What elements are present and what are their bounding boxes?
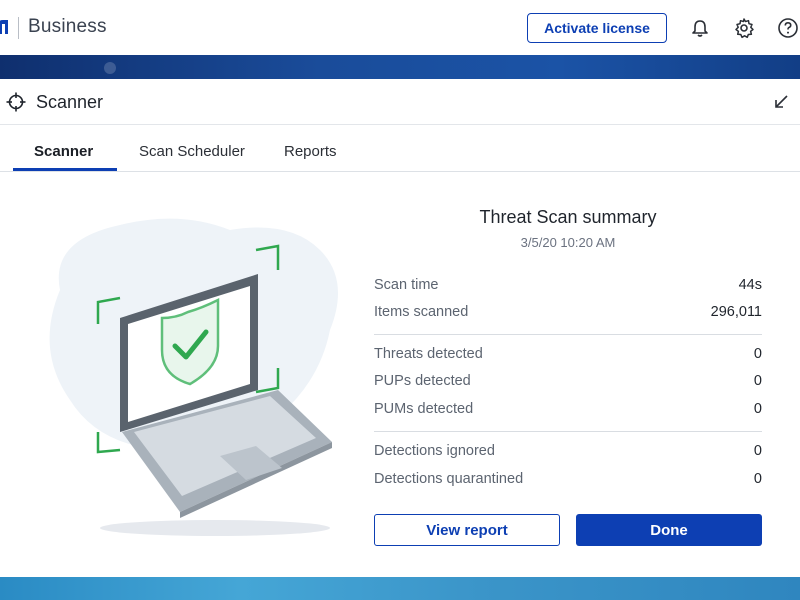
stat-label: Detections ignored	[374, 443, 495, 459]
panel-title: Scanner	[36, 92, 104, 112]
stat-row-pums: PUMs detected 0	[374, 401, 762, 423]
bell-icon[interactable]	[688, 16, 712, 40]
scanner-crosshair-icon	[6, 92, 26, 112]
panel-header: Scanner	[0, 79, 800, 125]
stat-value: 296,011	[710, 304, 762, 320]
tab-reports[interactable]: Reports	[284, 143, 337, 160]
stat-row-scan-time: Scan time 44s	[374, 277, 762, 299]
gear-icon[interactable]	[732, 16, 756, 40]
stat-row-items-scanned: Items scanned 296,011	[374, 304, 762, 326]
stat-row-pups: PUPs detected 0	[374, 373, 762, 395]
logo-divider	[18, 17, 19, 39]
summary-date: 3/5/20 10:20 AM	[520, 235, 616, 250]
activate-license-button[interactable]: Activate license	[527, 13, 667, 43]
summary-title: Threat Scan summary	[479, 207, 657, 227]
stat-label: Threats detected	[374, 346, 483, 362]
help-icon[interactable]	[776, 16, 800, 40]
view-report-button[interactable]: View report	[374, 514, 560, 546]
stat-value: 0	[753, 346, 762, 362]
stat-label: PUMs detected	[374, 401, 474, 417]
brand-name: Business	[28, 16, 107, 37]
active-tab-indicator	[13, 168, 117, 171]
scan-complete-illustration	[49, 218, 338, 536]
stat-value: 0	[753, 443, 762, 459]
minimize-icon[interactable]	[772, 93, 790, 111]
stat-label: Scan time	[374, 277, 439, 293]
footer-band	[0, 577, 800, 600]
stat-value: 0	[753, 471, 762, 487]
divider	[374, 431, 762, 432]
tab-scanner[interactable]: Scanner	[34, 143, 93, 160]
app-header: Business Activate license	[0, 0, 800, 56]
tab-scan-scheduler[interactable]: Scan Scheduler	[139, 143, 245, 160]
band-decoration	[104, 62, 116, 74]
stat-label: PUPs detected	[374, 373, 471, 389]
divider	[374, 334, 762, 335]
stat-value: 0	[753, 401, 762, 417]
stat-value: 0	[753, 373, 762, 389]
stat-label: Detections quarantined	[374, 471, 524, 487]
tab-bar: Scanner Scan Scheduler Reports	[0, 125, 800, 172]
stat-label: Items scanned	[374, 304, 469, 320]
logo-icon	[0, 20, 8, 34]
header-band	[0, 55, 800, 79]
stat-row-ignored: Detections ignored 0	[374, 443, 762, 465]
stat-row-threats: Threats detected 0	[374, 346, 762, 368]
done-button[interactable]: Done	[576, 514, 762, 546]
stat-value: 44s	[738, 277, 762, 293]
stat-row-quarantined: Detections quarantined 0	[374, 471, 762, 493]
